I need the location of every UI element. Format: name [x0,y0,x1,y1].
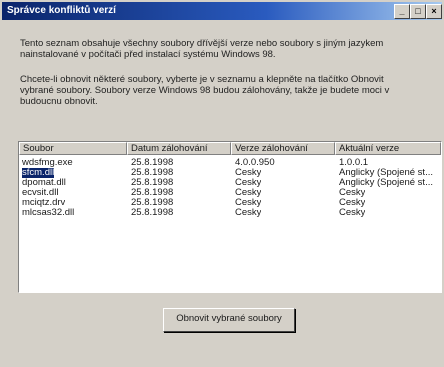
table-cell: dpomat.dll [22,178,66,188]
column-header-backup-version[interactable]: Verze zálohování [231,142,335,155]
table-row[interactable]: wdsfmg.exe 25.8.1998 4.0.0.950 1.0.0.1 [19,158,439,168]
minimize-button[interactable]: _ [394,4,410,19]
column-header-current-version[interactable]: Aktuální verze [335,142,441,155]
table-cell: 4.0.0.950 [235,158,275,168]
conflict-manager-window: Správce konfliktů verzí _ □ × Tento sezn… [0,0,444,367]
table-row[interactable]: mciqtz.drv 25.8.1998 Česky Česky [19,198,439,208]
table-cell: Česky [235,188,262,198]
table-cell: Česky [235,198,262,208]
title-bar: Správce konfliktů verzí _ □ × [2,2,442,20]
restore-selected-button[interactable]: Obnovit vybrané soubory [163,308,295,332]
intro-paragraph-2: Chcete-li obnovit některé soubory, vyber… [20,74,390,107]
table-row[interactable]: mlcsas32.dll 25.8.1998 Česky Česky [19,208,439,218]
table-row[interactable]: sfcm.dll 25.8.1998 Česky Anglicky (Spojené … [19,168,439,178]
maximize-button[interactable]: □ [410,4,426,19]
table-cell: mciqtz.drv [22,198,66,208]
table-cell: ecvsit.dll [22,188,59,198]
table-cell: 25.8.1998 [131,188,174,198]
file-list[interactable]: Soubor Datum zálohování Verze zálohování… [18,141,442,293]
table-cell: Anglicky (Spojené st... [339,168,433,178]
table-cell: 25.8.1998 [131,178,174,188]
table-row[interactable]: ecvsit.dll 25.8.1998 Česky Česky [19,188,439,198]
close-button[interactable]: × [426,4,442,19]
column-header-file[interactable]: Soubor [19,142,127,155]
window-title: Správce konfliktů verzí [7,5,116,16]
table-cell: sfcm.dll [22,168,55,178]
table-cell: Anglicky (Spojené st... [339,178,433,188]
table-cell: mlcsas32.dll [22,208,75,218]
table-cell: wdsfmg.exe [22,158,73,168]
column-header-backup-date[interactable]: Datum zálohování [127,142,231,155]
table-cell: Česky [339,188,366,198]
table-cell: Česky [339,208,366,218]
table-cell: 25.8.1998 [131,198,174,208]
table-cell: Česky [235,178,262,188]
table-cell: 25.8.1998 [131,168,174,178]
table-cell: Česky [235,168,262,178]
table-cell: 1.0.0.1 [339,158,369,168]
table-cell: Česky [339,198,366,208]
table-row[interactable]: dpomat.dll 25.8.1998 Česky Anglicky (Spojen… [19,178,439,188]
table-cell: 25.8.1998 [131,208,174,218]
table-cell: 25.8.1998 [131,158,174,168]
table-cell: Česky [235,208,262,218]
intro-paragraph-1: Tento seznam obsahuje všechny soubory dř… [20,38,384,60]
